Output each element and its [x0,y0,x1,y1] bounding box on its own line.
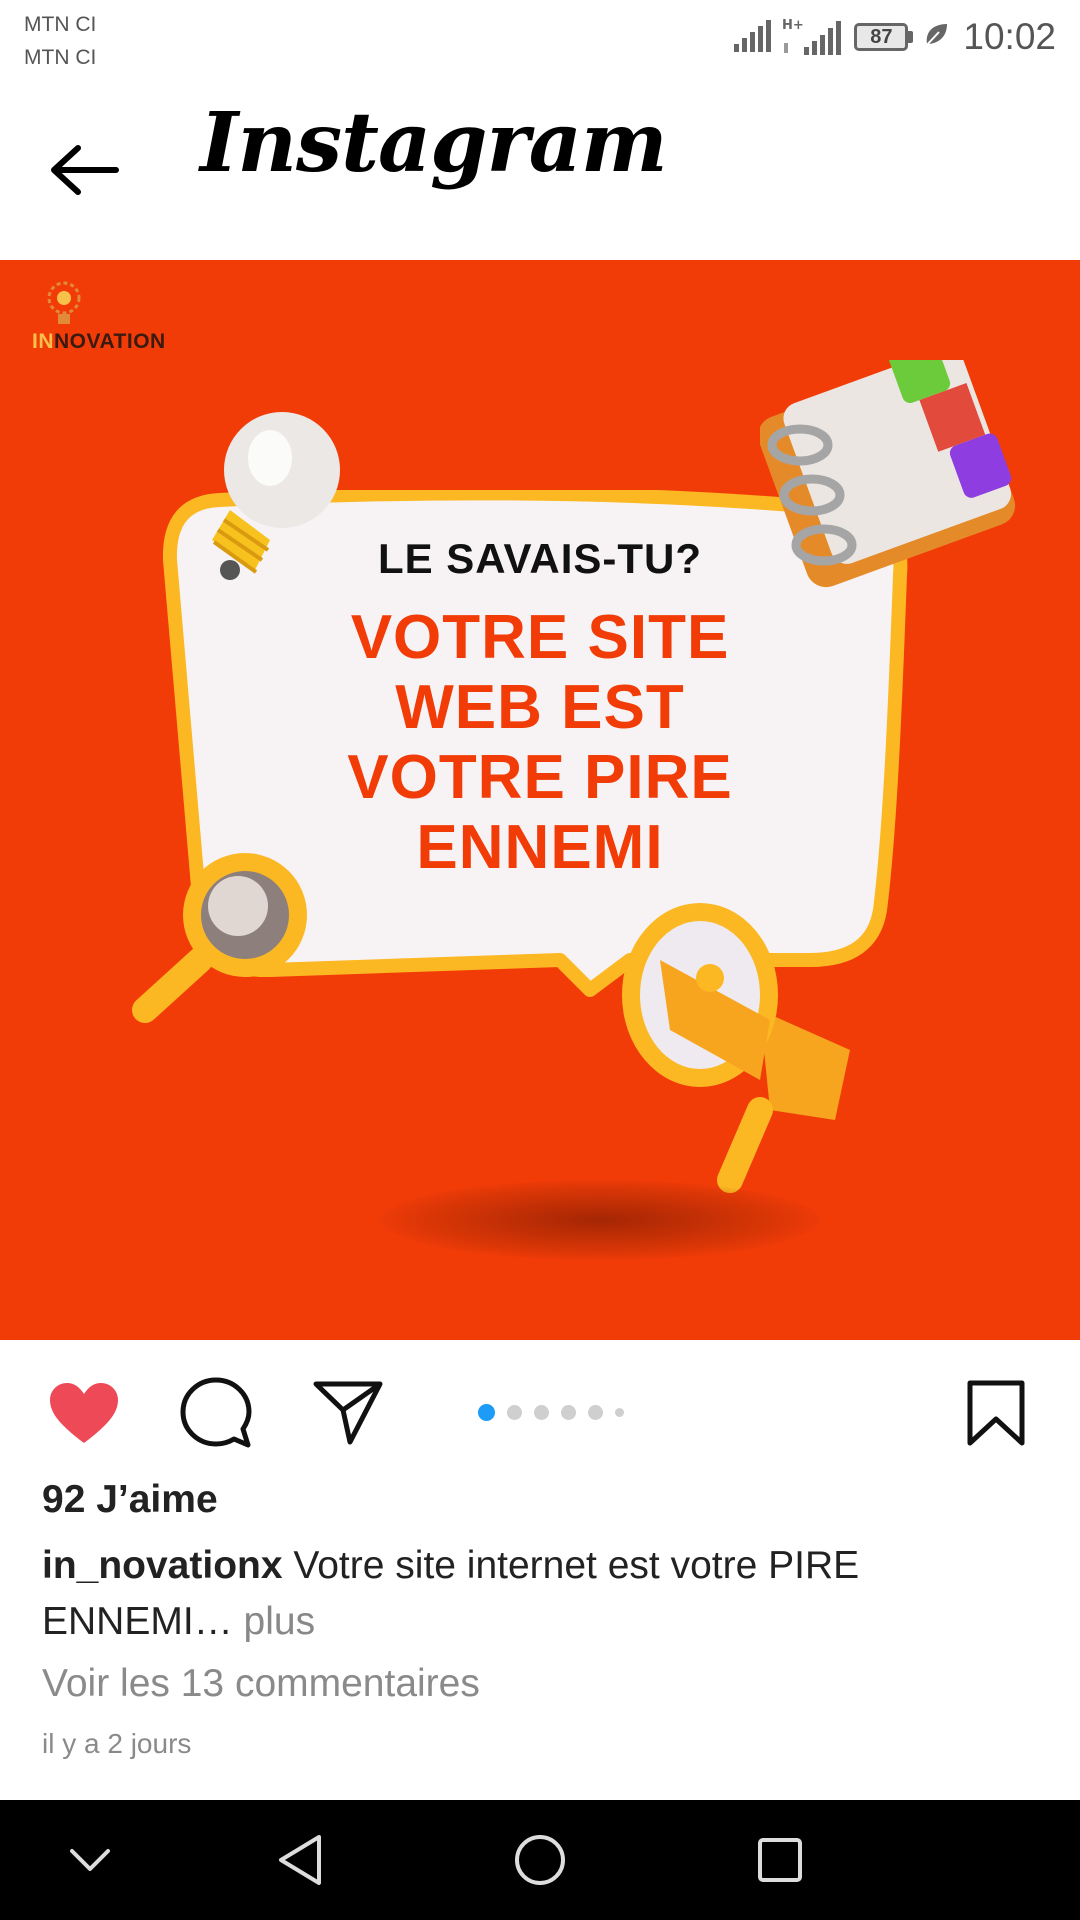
leaf-icon [923,22,949,53]
headline-line: WEB EST [395,673,685,742]
more-link[interactable]: plus [244,1600,316,1643]
post-action-bar [0,1360,1080,1460]
caption-username[interactable]: in_novationx [42,1544,283,1587]
like-button[interactable] [46,1375,122,1451]
bookmark-icon [967,1380,1025,1446]
battery-icon: 87 [854,23,914,51]
arrow-left-icon [51,145,119,195]
carousel-dot [534,1405,549,1420]
post-headline-block: LE SAVAIS-TU? VOTRE SITE WEB EST VOTRE P… [240,535,840,883]
carousel-indicator [478,1404,624,1421]
save-button[interactable] [958,1375,1034,1451]
system-nav-bar [0,1800,1080,1920]
send-icon [313,1381,383,1445]
status-bar: MTN CI MTN CI H+ 87 10:02 [0,0,1080,75]
headline-line: VOTRE PIRE [347,743,733,812]
post-image[interactable]: INNOVATION LE SAVAIS-TU? VOTRE SITE WEB … [0,260,1080,1340]
nav-recents-button[interactable] [740,1820,820,1900]
headline-line: ENNEMI [416,813,664,882]
brand-logo: INNOVATION [30,280,200,370]
megaphone-icon [622,903,850,1193]
carrier-2: MTN CI [24,46,97,69]
signal-2-icon: H+ [782,17,844,57]
caption-ellipsis: … [193,1600,244,1643]
post-subtitle: LE SAVAIS-TU? [377,535,703,582]
carousel-dot [561,1405,576,1420]
logo-text: INNOVATION [32,330,166,353]
square-recents-icon [758,1838,802,1882]
carrier-1: MTN CI [24,13,97,36]
headline-line: VOTRE SITE [350,603,730,672]
back-button[interactable] [40,125,130,215]
app-title: Instagram [200,95,668,191]
circle-home-icon [515,1835,565,1885]
lightbulb-gears-icon [47,281,81,324]
carrier-labels: MTN CI MTN CI [24,8,96,74]
post-headline: VOTRE SITE WEB EST VOTRE PIRE ENNEMI [240,603,840,883]
signal-icon [732,20,772,54]
triangle-back-icon [279,1835,321,1885]
comment-button[interactable] [178,1375,254,1451]
share-button[interactable] [310,1375,386,1451]
drop-shadow [380,1180,820,1260]
comment-icon [180,1377,252,1448]
nav-back-button[interactable] [260,1820,340,1900]
post-caption: in_novationx Votre site internet est vot… [42,1538,1042,1650]
clock: 10:02 [963,16,1056,57]
collapse-nav-button[interactable] [50,1820,130,1900]
app-header: Instagram [0,75,1080,260]
chevron-down-icon [70,1849,110,1871]
battery-level: 87 [854,23,909,51]
screen: MTN CI MTN CI H+ 87 10:02 Instagram INNO… [0,0,1080,1920]
carousel-dot [588,1405,603,1420]
carousel-dot-active [478,1404,495,1421]
likes-count[interactable]: 92 J’aime [42,1478,218,1522]
carousel-dot [507,1405,522,1420]
status-icons: H+ 87 10:02 [732,12,1056,62]
post-timestamp: il y a 2 jours [42,1728,192,1759]
view-comments-link[interactable]: Voir les 13 commentaires [42,1662,480,1706]
heart-filled-icon [50,1383,118,1443]
network-type-label: H+ [782,18,804,33]
carousel-dot [615,1408,624,1417]
nav-home-button[interactable] [500,1820,580,1900]
